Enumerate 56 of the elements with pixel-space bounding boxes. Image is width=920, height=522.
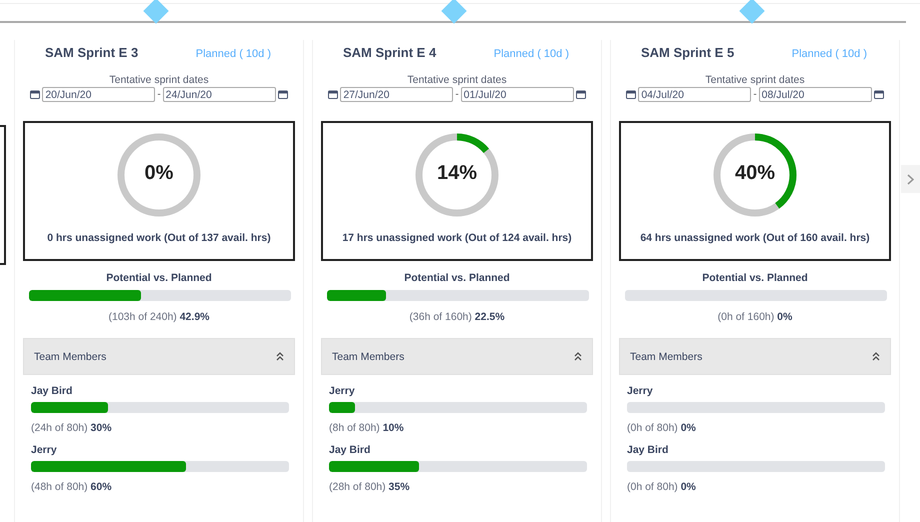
- collapse-icon[interactable]: [276, 352, 284, 361]
- sprint-title: SAM Sprint E 4: [343, 45, 436, 60]
- team-members-header[interactable]: Team Members: [321, 338, 593, 375]
- next-button[interactable]: [901, 165, 920, 193]
- member-reading: (8h of 80h) 10%: [329, 422, 405, 434]
- start-date-field[interactable]: 04/Jul/20: [638, 87, 752, 102]
- dates-label: Tentative sprint dates: [108, 74, 210, 86]
- sprint-title: SAM Sprint E 5: [641, 45, 734, 60]
- sprint-status: Planned ( 10d ): [792, 48, 867, 60]
- potential-reading: (0h of 160h) 0%: [716, 311, 794, 323]
- end-date-field[interactable]: 24/Jun/20: [162, 87, 276, 102]
- potential-reading: (36h of 160h) 22.5%: [408, 311, 506, 323]
- end-date-field[interactable]: 08/Jul/20: [758, 87, 872, 102]
- member-reading: (0h of 80h) 0%: [627, 481, 697, 493]
- collapse-icon[interactable]: [574, 352, 582, 361]
- calendar-icon[interactable]: [278, 90, 288, 99]
- member-name: Jerry: [627, 385, 654, 397]
- date-separator: -: [157, 89, 161, 100]
- summary-text: 0 hrs unassigned work (Out of 137 avail. hrs): [47, 232, 271, 244]
- calendar-icon[interactable]: [328, 90, 338, 99]
- calendar-icon[interactable]: [626, 90, 636, 99]
- date-separator: -: [753, 89, 757, 100]
- percent-value: 14%: [436, 162, 478, 185]
- date-separator: -: [455, 89, 459, 100]
- start-date-field[interactable]: 27/Jun/20: [340, 87, 454, 102]
- summary-text: 17 hrs unassigned work (Out of 124 avail. hrs): [342, 232, 572, 244]
- calendar-icon[interactable]: [30, 90, 40, 99]
- member-name: Jay Bird: [627, 444, 670, 456]
- start-date-field[interactable]: 20/Jun/20: [42, 87, 156, 102]
- member-reading: (24h of 80h) 30%: [31, 422, 113, 434]
- sprint-status: Planned ( 10d ): [196, 48, 271, 60]
- end-date-field[interactable]: 01/Jul/20: [460, 87, 574, 102]
- sprint-status: Planned ( 10d ): [494, 48, 569, 60]
- member-reading: (0h of 80h) 0%: [627, 422, 697, 434]
- team-members-header[interactable]: Team Members: [619, 338, 891, 375]
- potential-label: Potential vs. Planned: [403, 272, 511, 284]
- summary-text: 64 hrs unassigned work (Out of 160 avail. hrs): [640, 232, 870, 244]
- team-members-header[interactable]: Team Members: [23, 338, 295, 375]
- member-reading: (48h of 80h) 60%: [31, 481, 113, 493]
- member-reading: (28h of 80h) 35%: [329, 481, 411, 493]
- percent-value: 40%: [734, 162, 776, 185]
- dates-label: Tentative sprint dates: [704, 74, 806, 86]
- collapse-icon[interactable]: [872, 352, 880, 361]
- member-name: Jerry: [329, 385, 356, 397]
- member-name: Jay Bird: [31, 385, 74, 397]
- calendar-icon[interactable]: [576, 90, 586, 99]
- potential-reading: (103h of 240h) 42.9%: [108, 311, 210, 323]
- potential-label: Potential vs. Planned: [105, 272, 213, 284]
- member-name: Jerry: [31, 444, 58, 456]
- chevron-right-icon: [907, 174, 914, 184]
- calendar-icon[interactable]: [874, 90, 884, 99]
- percent-value: 0%: [144, 162, 174, 185]
- dates-label: Tentative sprint dates: [406, 74, 508, 86]
- member-name: Jay Bird: [329, 444, 372, 456]
- potential-label: Potential vs. Planned: [701, 272, 809, 284]
- sprint-title: SAM Sprint E 3: [45, 45, 138, 60]
